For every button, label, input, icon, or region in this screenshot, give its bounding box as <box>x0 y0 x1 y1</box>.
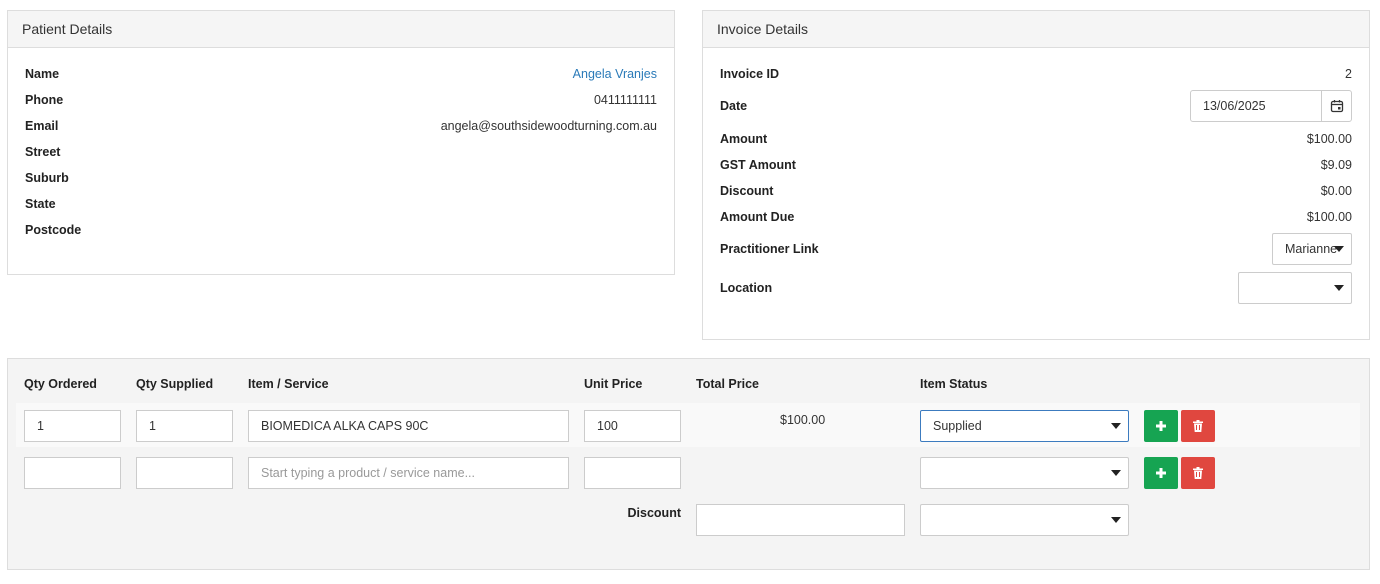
patient-email-label: Email <box>25 119 59 133</box>
delete-item-button[interactable] <box>1181 410 1215 442</box>
header-qty-supplied: Qty Supplied <box>136 377 214 391</box>
invoice-id-label: Invoice ID <box>720 67 780 81</box>
patient-name-row: Name Angela Vranjes <box>25 67 657 87</box>
header-item-service: Item / Service <box>248 377 329 391</box>
practitioner-select[interactable]: Marianne <box>1272 233 1352 265</box>
trash-icon <box>1193 420 1203 432</box>
invoice-date-row: Date <box>720 90 1352 122</box>
caret-down-icon <box>1111 517 1121 523</box>
patient-phone-value: 0411111111 <box>593 93 657 107</box>
patient-details-title: Patient Details <box>8 11 674 48</box>
invoice-gst-row: GST Amount $9.09 <box>720 158 1352 178</box>
plus-icon <box>1156 468 1166 478</box>
location-select[interactable] <box>1238 272 1352 304</box>
unit-price-input[interactable] <box>584 410 681 442</box>
patient-state-label: State <box>25 197 56 211</box>
item-status-select[interactable]: Supplied <box>920 410 1129 442</box>
invoice-date-input[interactable] <box>1191 91 1319 121</box>
invoice-amount-due-value: $100.00 <box>1306 210 1352 224</box>
header-item-status: Item Status <box>920 377 988 391</box>
patient-postcode-row: Postcode <box>25 223 657 243</box>
patient-postcode-label: Postcode <box>25 223 82 237</box>
caret-down-icon <box>1334 285 1344 291</box>
new-qty-ordered-input[interactable] <box>24 457 121 489</box>
patient-suburb-row: Suburb <box>25 171 657 191</box>
add-item-button[interactable] <box>1144 410 1178 442</box>
invoice-items-panel: Qty Ordered Qty Supplied Item / Service … <box>7 358 1370 570</box>
invoice-id-value: 2 <box>1345 67 1352 81</box>
new-item-service-input[interactable] <box>248 457 569 489</box>
invoice-discount-label: Discount <box>720 184 774 198</box>
new-qty-supplied-input[interactable] <box>136 457 233 489</box>
delete-new-item-button[interactable] <box>1181 457 1215 489</box>
header-total-price: Total Price <box>696 377 759 391</box>
invoice-details-title: Invoice Details <box>703 11 1369 48</box>
item-status-selected: Supplied <box>933 419 982 433</box>
calendar-button[interactable] <box>1321 91 1351 121</box>
invoice-gst-value: $9.09 <box>1320 158 1352 172</box>
caret-down-icon <box>1334 246 1344 252</box>
trash-icon <box>1193 467 1203 479</box>
new-item-status-select[interactable] <box>920 457 1129 489</box>
patient-phone-row: Phone 0411111111 <box>25 93 657 113</box>
invoice-amount-row: Amount $100.00 <box>720 132 1352 152</box>
patient-name-link[interactable]: Angela Vranjes <box>573 67 657 81</box>
plus-icon <box>1156 421 1166 431</box>
patient-email-row: Email angela@southsidewoodturning.com.au <box>25 119 657 139</box>
invoice-gst-label: GST Amount <box>720 158 796 172</box>
invoice-date-picker <box>1190 90 1352 122</box>
discount-type-select[interactable] <box>920 504 1129 536</box>
calendar-icon <box>1330 100 1343 113</box>
qty-ordered-input[interactable] <box>24 410 121 442</box>
invoice-amount-value: $100.00 <box>1306 132 1352 146</box>
invoice-discount-row: Discount $0.00 <box>720 184 1352 204</box>
invoice-id-row: Invoice ID 2 <box>720 67 1352 87</box>
practitioner-row: Practitioner Link <box>720 242 1352 262</box>
new-unit-price-input[interactable] <box>584 457 681 489</box>
patient-state-row: State <box>25 197 657 217</box>
invoice-details-panel: Invoice Details Invoice ID 2 Date Amount… <box>702 10 1370 340</box>
invoice-discount-value: $0.00 <box>1320 184 1352 198</box>
invoice-amount-due-row: Amount Due $100.00 <box>720 210 1352 230</box>
items-discount-input[interactable] <box>696 504 905 536</box>
invoice-amount-label: Amount <box>720 132 768 146</box>
patient-email-value: angela@southsidewoodturning.com.au <box>440 119 657 133</box>
patient-phone-label: Phone <box>25 93 64 107</box>
items-discount-label: Discount <box>627 506 681 520</box>
patient-suburb-label: Suburb <box>25 171 69 185</box>
patient-street-label: Street <box>25 145 61 159</box>
patient-street-row: Street <box>25 145 657 165</box>
item-service-input[interactable] <box>248 410 569 442</box>
header-unit-price: Unit Price <box>584 377 643 391</box>
invoice-amount-due-label: Amount Due <box>720 210 795 224</box>
practitioner-selected: Marianne <box>1285 242 1338 256</box>
caret-down-icon <box>1111 470 1121 476</box>
total-price-value: $100.00 <box>780 413 826 427</box>
qty-supplied-input[interactable] <box>136 410 233 442</box>
header-qty-ordered: Qty Ordered <box>24 377 97 391</box>
caret-down-icon <box>1111 423 1121 429</box>
patient-name-label: Name <box>25 67 60 81</box>
add-new-item-button[interactable] <box>1144 457 1178 489</box>
patient-details-panel: Patient Details Name Angela Vranjes Phon… <box>7 10 675 275</box>
invoice-date-label: Date <box>720 99 748 113</box>
practitioner-label: Practitioner Link <box>720 242 819 256</box>
location-label: Location <box>720 281 773 295</box>
